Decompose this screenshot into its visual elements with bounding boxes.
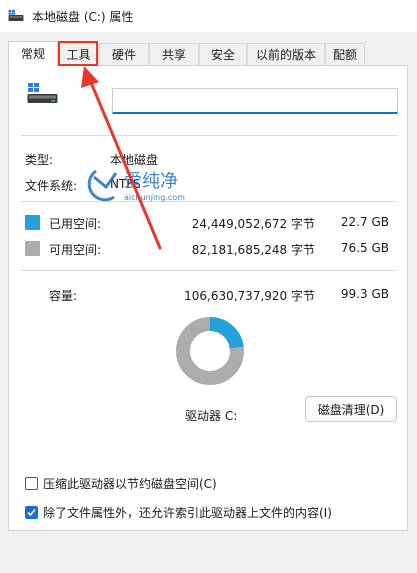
- compress-checkbox[interactable]: [25, 477, 38, 490]
- drive-letter-label: 驱动器 C:: [185, 409, 238, 423]
- used-space-size: 22.7 GB: [340, 215, 389, 229]
- tab-quota[interactable]: 配额: [325, 43, 365, 65]
- disk-usage-donut: [176, 317, 244, 385]
- drive-icon: [8, 10, 24, 21]
- tab-security[interactable]: 安全: [199, 43, 247, 65]
- capacity-size: 99.3 GB: [340, 287, 389, 301]
- filesystem-label: 文件系统:: [25, 179, 78, 193]
- drive-name-input[interactable]: [112, 88, 398, 114]
- tab-sharing[interactable]: 共享: [149, 43, 199, 65]
- tab-general[interactable]: 常规: [8, 41, 58, 67]
- free-space-label: 可用空间:: [49, 243, 102, 257]
- free-space-size: 76.5 GB: [340, 241, 389, 255]
- index-label: 除了文件属性外，还允许索引此驱动器上文件的内容(I): [43, 506, 332, 520]
- type-value: 本地磁盘: [110, 153, 159, 167]
- separator: [21, 135, 397, 136]
- tab-hardware[interactable]: 硬件: [99, 43, 149, 65]
- tab-previous-versions[interactable]: 以前的版本: [247, 43, 325, 65]
- general-panel: 类型: 本地磁盘 文件系统: NTFS 已用空间: 24,449,052,672…: [8, 65, 408, 531]
- title-bar: 本地磁盘 (C:) 属性: [0, 0, 417, 32]
- annotation-highlight-box: [58, 41, 98, 66]
- filesystem-value: NTFS: [110, 177, 141, 191]
- used-space-bytes: 24,449,052,672 字节: [191, 217, 315, 231]
- compress-label: 压缩此驱动器以节约磁盘空间(C): [43, 477, 217, 491]
- window-title: 本地磁盘 (C:) 属性: [32, 10, 134, 24]
- disk-cleanup-button[interactable]: 磁盘清理(D): [305, 396, 397, 422]
- free-space-bytes: 82,181,685,248 字节: [191, 243, 315, 257]
- used-space-label: 已用空间:: [49, 217, 102, 231]
- checkmark-icon: [27, 508, 36, 517]
- free-space-swatch: [25, 241, 40, 256]
- used-space-swatch: [25, 215, 40, 230]
- index-checkbox[interactable]: [25, 506, 38, 519]
- capacity-label: 容量:: [49, 289, 78, 303]
- drive-icon: [27, 83, 58, 103]
- capacity-bytes: 106,630,737,920 字节: [184, 289, 315, 303]
- separator: [21, 270, 397, 271]
- separator: [21, 201, 397, 202]
- type-label: 类型:: [25, 153, 54, 167]
